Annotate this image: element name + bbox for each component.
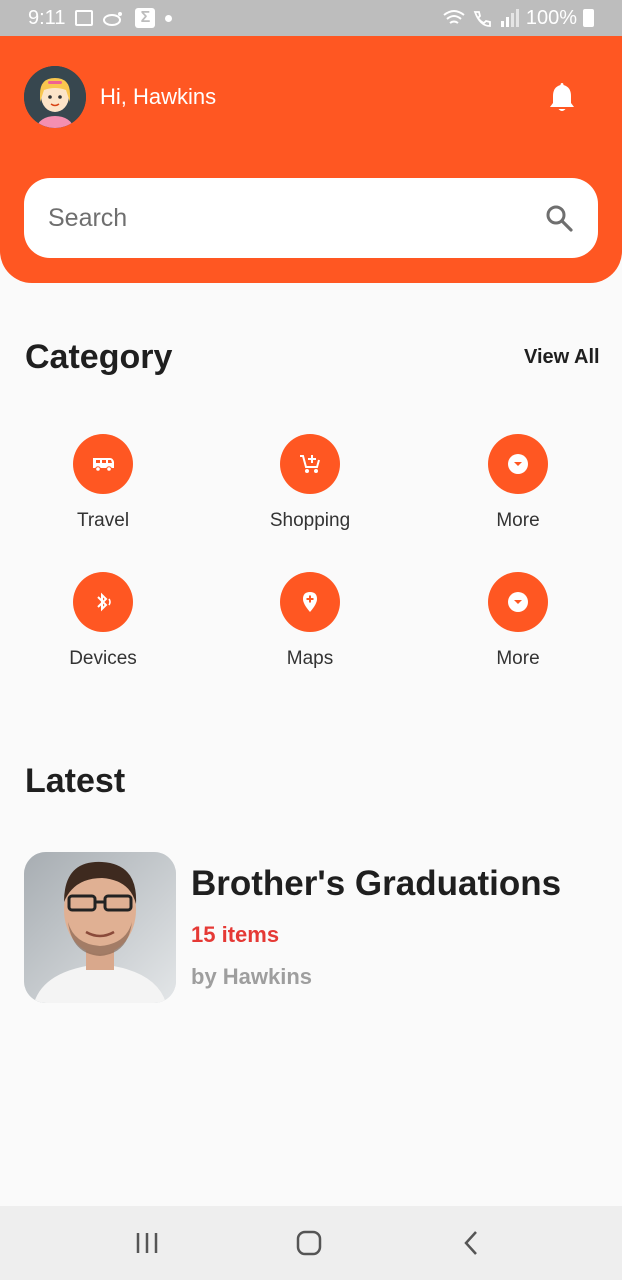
- latest-card-title[interactable]: Brother's Graduations: [191, 864, 561, 904]
- home-icon: [296, 1230, 322, 1256]
- back-icon: [464, 1231, 477, 1255]
- bus-icon: [93, 458, 114, 472]
- more-notifications-icon: [165, 14, 173, 22]
- category-item-maps[interactable]: Maps: [230, 572, 390, 670]
- signal-icon: [500, 9, 519, 27]
- category-item-shopping[interactable]: Shopping: [230, 434, 390, 532]
- category-label: More: [496, 648, 540, 669]
- weibo-notification-icon: [103, 12, 123, 26]
- battery-icon: [583, 9, 594, 27]
- location-pin-icon: [303, 592, 317, 612]
- category-item-devices[interactable]: Devices: [23, 572, 183, 670]
- category-label: Travel: [76, 510, 130, 531]
- wifi-icon: [443, 10, 465, 24]
- category-label: More: [496, 510, 540, 531]
- category-icon-circle: [488, 434, 548, 494]
- status-bar: 9:11 Σ 100%: [0, 0, 622, 36]
- search-input[interactable]: [48, 203, 544, 233]
- battery-percent: 100%: [525, 6, 577, 29]
- recent-apps-button[interactable]: [127, 1228, 167, 1258]
- category-icon-circle: [73, 572, 133, 632]
- latest-card-image[interactable]: [24, 852, 176, 1003]
- gallery-notification-icon: [75, 10, 94, 26]
- header: Hi, Hawkins: [0, 36, 622, 283]
- category-item-travel[interactable]: Travel: [23, 434, 183, 532]
- category-label: Maps: [286, 648, 334, 669]
- latest-title: Latest: [25, 762, 126, 800]
- volte-call-icon: [473, 11, 491, 27]
- bell-icon: [550, 83, 574, 111]
- notification-bell-button[interactable]: [546, 80, 578, 114]
- greeting-text: Hi, Hawkins: [100, 84, 217, 109]
- system-nav-bar: [0, 1206, 622, 1280]
- girl-avatar-icon: [24, 66, 86, 128]
- category-icon-circle: [280, 572, 340, 632]
- cart-icon: [300, 455, 320, 473]
- category-icon-circle: [488, 572, 548, 632]
- category-title: Category: [25, 338, 173, 376]
- category-label: Shopping: [269, 510, 351, 531]
- chevron-down-icon: [508, 454, 528, 474]
- avatar[interactable]: [24, 66, 86, 128]
- status-time: 9:11: [28, 6, 66, 29]
- bluetooth-icon: [97, 592, 111, 612]
- chevron-down-icon: [508, 592, 528, 612]
- category-icon-circle: [73, 434, 133, 494]
- latest-card-count: 15 items: [191, 922, 280, 947]
- search-icon[interactable]: [544, 203, 574, 233]
- search-bar[interactable]: [24, 178, 598, 258]
- recent-apps-icon: [136, 1233, 158, 1253]
- category-label: Devices: [69, 648, 137, 669]
- back-button[interactable]: [451, 1228, 491, 1258]
- latest-card-author: by Hawkins: [191, 964, 313, 989]
- view-all-link[interactable]: View All: [524, 346, 600, 369]
- category-item-more[interactable]: More: [438, 434, 598, 532]
- category-item-more[interactable]: More: [438, 572, 598, 670]
- sigma-notification-icon: Σ: [135, 8, 156, 28]
- person-photo: [24, 852, 176, 1003]
- home-button[interactable]: [289, 1228, 329, 1258]
- category-icon-circle: [280, 434, 340, 494]
